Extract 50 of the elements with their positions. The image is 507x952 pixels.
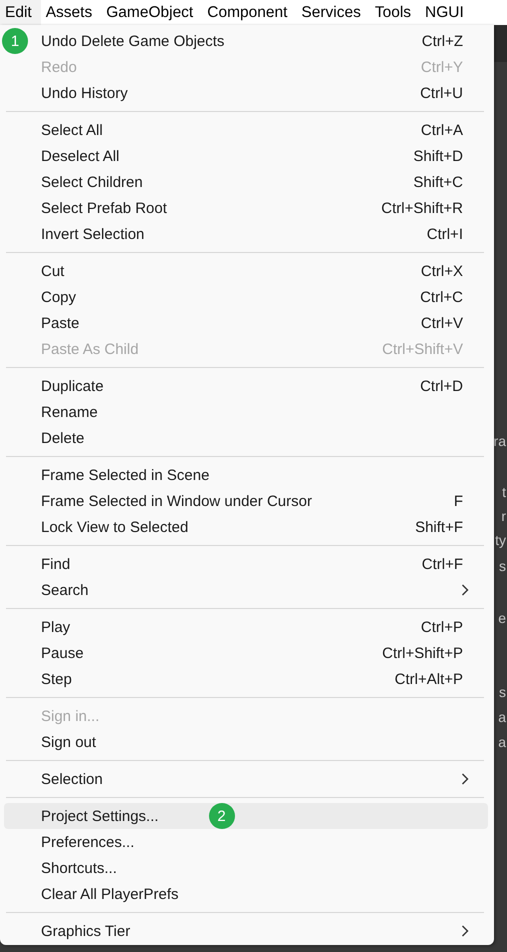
menu-item[interactable]: Lock View to Selected Shift+F xyxy=(4,514,488,540)
menu-item[interactable]: Clear All PlayerPrefs xyxy=(4,881,488,907)
menu-item[interactable]: Paste Ctrl+V xyxy=(4,310,488,336)
property-label: t xyxy=(502,484,506,500)
menu-item[interactable]: Sign out xyxy=(4,729,488,755)
chevron-right-icon xyxy=(461,773,469,785)
property-label: ty xyxy=(495,532,506,548)
property-label: s xyxy=(499,684,506,700)
chevron-right-icon xyxy=(461,925,469,937)
menu-item[interactable]: Deselect All Shift+D xyxy=(4,143,488,169)
menu-item[interactable]: Select All Ctrl+A xyxy=(4,117,488,143)
property-label: a xyxy=(498,734,506,750)
menu-item[interactable]: Play Ctrl+P xyxy=(4,614,488,640)
menu-item[interactable]: Frame Selected in Scene xyxy=(4,462,488,488)
chevron-right-icon xyxy=(461,584,469,596)
menu-bar-item[interactable]: NGUI xyxy=(420,0,473,25)
menu-item[interactable]: Copy Ctrl+C xyxy=(4,284,488,310)
menu-item[interactable]: Find Ctrl+F xyxy=(4,551,488,577)
menu-item[interactable]: Preferences... xyxy=(4,829,488,855)
menu-item[interactable]: Cut Ctrl+X xyxy=(4,258,488,284)
menu-item[interactable]: Step Ctrl+Alt+P xyxy=(4,666,488,692)
menu-bar-item[interactable]: Assets xyxy=(40,0,102,25)
property-label: s xyxy=(499,558,506,574)
menu-item[interactable]: Selection xyxy=(4,766,488,792)
menu-bar-item[interactable]: Tools xyxy=(370,0,420,25)
menu-item[interactable]: Select Children Shift+C xyxy=(4,169,488,195)
menu-item[interactable]: Graphics Tier xyxy=(4,918,488,944)
step-badge: 2 xyxy=(208,803,235,829)
toolbar-background xyxy=(494,25,507,62)
menu-item[interactable]: Rename xyxy=(4,399,488,425)
menu-item[interactable]: Frame Selected in Window under Cursor F xyxy=(4,488,488,514)
property-label: ra xyxy=(494,433,506,449)
property-label: a xyxy=(498,709,506,725)
menu-item[interactable]: Invert Selection Ctrl+I xyxy=(4,221,488,247)
menu-bar-item[interactable]: Component xyxy=(202,0,296,25)
menu-item[interactable]: Search xyxy=(4,577,488,603)
menu-bar-item[interactable]: Services xyxy=(296,0,370,25)
menu-item[interactable]: Pause Ctrl+Shift+P xyxy=(4,640,488,666)
menu-item[interactable]: Undo History Ctrl+U xyxy=(4,80,488,106)
menu-bar-item[interactable]: Edit xyxy=(0,0,41,25)
property-label: r xyxy=(501,508,506,524)
property-label: e xyxy=(498,610,506,626)
menu-item[interactable]: Shortcuts... xyxy=(4,855,488,881)
menu-bar-item[interactable]: GameObject xyxy=(101,0,202,25)
menu-item[interactable]: Duplicate Ctrl+D xyxy=(4,373,488,399)
step-badge: 1 xyxy=(2,28,28,54)
menu-item[interactable]: Select Prefab Root Ctrl+Shift+R xyxy=(4,195,488,221)
menu-item[interactable]: Project Settings... 2 xyxy=(4,803,488,829)
menu-item[interactable]: Delete xyxy=(4,425,488,451)
menu-item[interactable]: 1 Undo Delete Game Objects Ctrl+Z xyxy=(4,28,488,54)
